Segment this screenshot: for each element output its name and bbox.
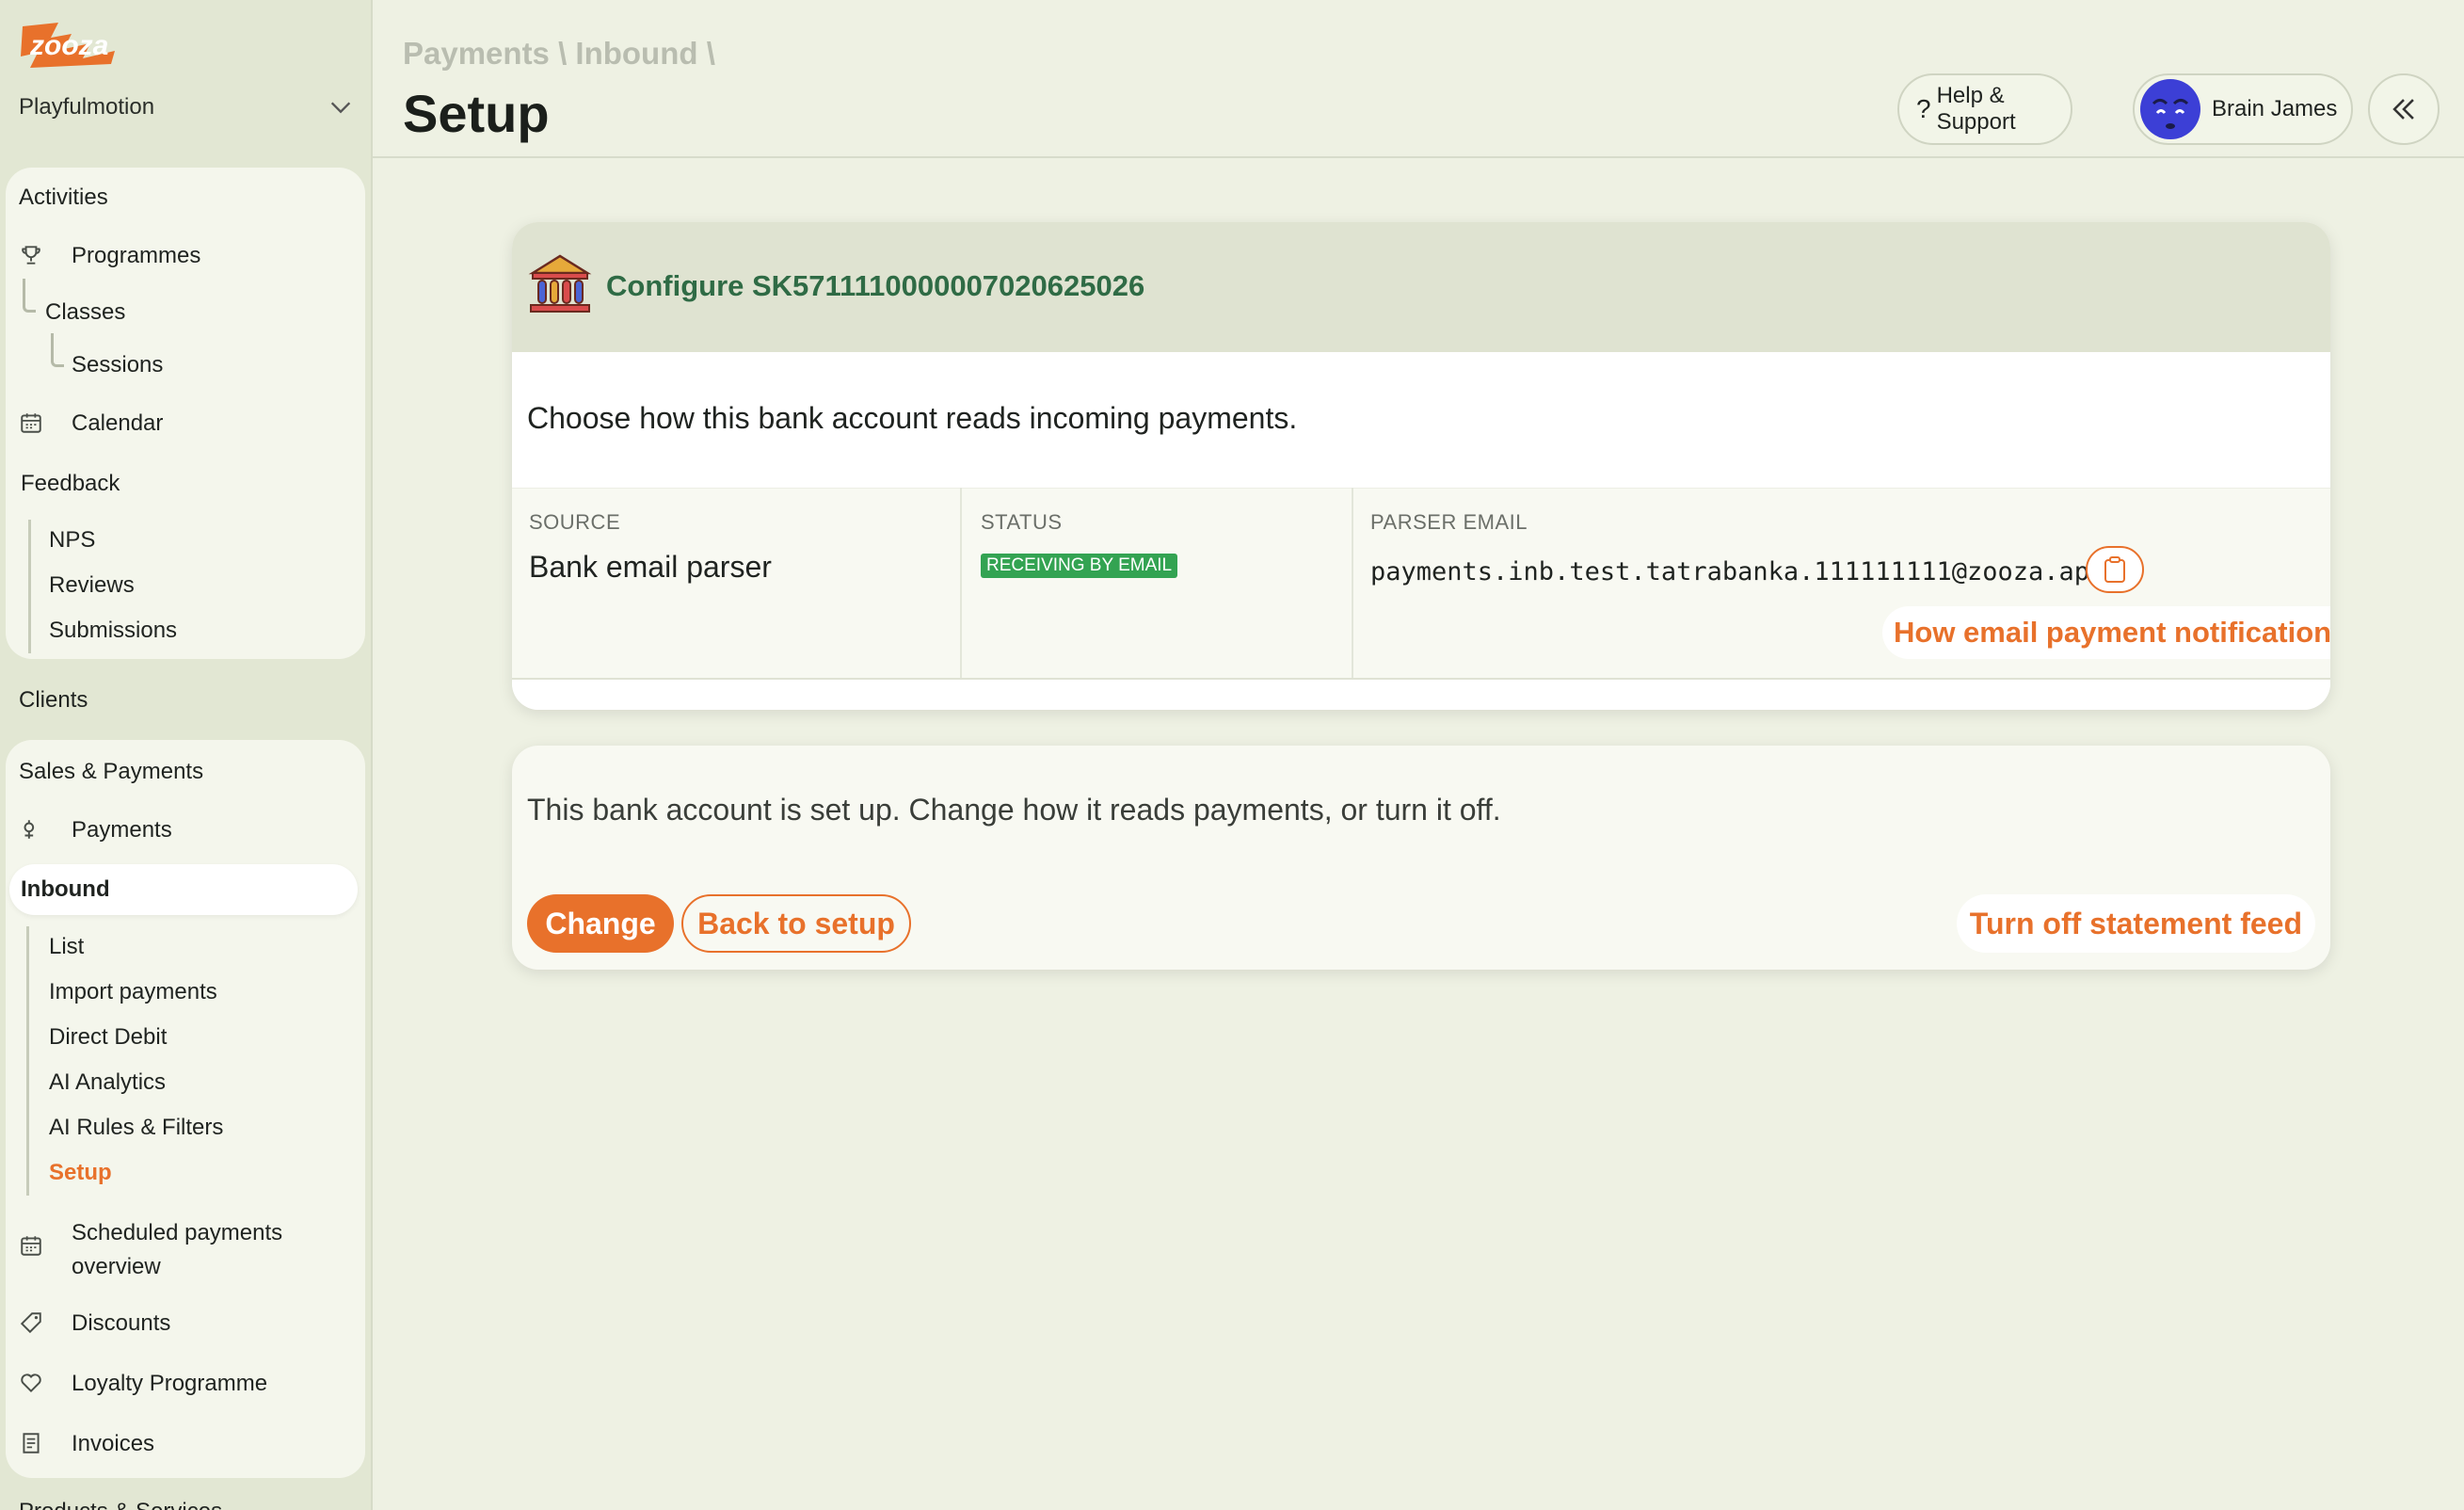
scheduled-line-1: Scheduled payments — [72, 1220, 283, 1245]
svg-text:zooza: zooza — [29, 30, 108, 61]
parser-email-label: PARSER EMAIL — [1370, 510, 1528, 534]
zooza-logo[interactable]: zooza — [17, 17, 128, 72]
sidebar-item-ai-analytics[interactable]: AI Analytics — [49, 1069, 166, 1096]
help-support-label: Help & Support — [1936, 83, 2016, 135]
sidebar-header: zooza Playfulmotion — [0, 0, 371, 158]
calendar-icon — [19, 1233, 43, 1258]
page-title: Setup — [403, 84, 550, 143]
parser-email-value: payments.inb.test.tatrabanka.111111111@z… — [1370, 557, 2105, 586]
sidebar: zooza Playfulmotion Activities Programme… — [0, 0, 373, 1510]
status-label: STATUS — [981, 510, 1063, 534]
tree-line — [26, 926, 29, 1196]
email-notifications-help-link[interactable]: How email payment notifications work — [1882, 606, 2330, 659]
sidebar-item-import-payments[interactable]: Import payments — [49, 979, 217, 1005]
account-status-card: This bank account is set up. Change how … — [512, 746, 2330, 970]
tree-line — [28, 520, 31, 653]
sidebar-item-loyalty-programme[interactable]: Loyalty Programme — [72, 1371, 267, 1397]
sidebar-item-invoices[interactable]: Invoices — [72, 1431, 154, 1457]
organization-name: Playfulmotion — [19, 94, 155, 120]
sidebar-item-reviews[interactable]: Reviews — [49, 572, 135, 599]
chevron-down-icon — [330, 102, 351, 114]
page-header: Payments \ Inbound \ Setup ? Help & Supp… — [373, 0, 2464, 158]
sidebar-item-calendar[interactable]: Calendar — [72, 410, 163, 437]
avatar-face-icon — [2142, 81, 2199, 137]
sidebar-item-inbound-label: Inbound — [21, 876, 110, 902]
question-icon: ? — [1916, 94, 1931, 123]
section-products-services[interactable]: Products & Services — [19, 1499, 222, 1510]
section-clients[interactable]: Clients — [19, 687, 88, 714]
clipboard-icon — [2104, 556, 2125, 583]
status-badge: RECEIVING BY EMAIL — [981, 554, 1178, 578]
user-menu-button[interactable]: Brain James — [2133, 73, 2353, 145]
sidebar-item-submissions[interactable]: Submissions — [49, 618, 177, 644]
sidebar-item-list[interactable]: List — [49, 934, 84, 960]
sidebar-item-programmes[interactable]: Programmes — [72, 243, 200, 269]
heart-icon — [19, 1371, 43, 1395]
section-feedback: Feedback — [21, 471, 120, 496]
sidebar-item-scheduled-payments[interactable]: Scheduled payments overview — [72, 1216, 282, 1284]
sidebar-item-discounts[interactable]: Discounts — [72, 1310, 170, 1337]
account-status-text: This bank account is set up. Change how … — [527, 793, 1501, 827]
calendar-icon — [19, 410, 43, 435]
turn-off-statement-feed-button[interactable]: Turn off statement feed — [1956, 894, 2315, 953]
sidebar-item-direct-debit[interactable]: Direct Debit — [49, 1024, 167, 1051]
user-name: Brain James — [2212, 96, 2338, 121]
copy-email-button[interactable] — [2086, 546, 2144, 593]
avatar — [2140, 79, 2200, 139]
back-to-setup-button[interactable]: Back to setup — [681, 894, 911, 953]
scheduled-line-2: overview — [72, 1254, 161, 1279]
column-divider — [960, 488, 962, 680]
column-divider — [1352, 488, 1353, 680]
source-value: Bank email parser — [529, 550, 772, 584]
change-button[interactable]: Change — [527, 894, 674, 953]
sidebar-item-sessions[interactable]: Sessions — [72, 352, 163, 378]
collapse-sidebar-button[interactable] — [2368, 73, 2440, 145]
bank-icon — [528, 254, 592, 313]
tag-icon — [19, 1310, 43, 1335]
configure-card: Configure SK5711110000007020625026 Choos… — [512, 222, 2330, 710]
sidebar-item-payments[interactable]: Payments — [72, 817, 172, 843]
configure-card-title: Configure SK5711110000007020625026 — [606, 269, 1145, 302]
trophy-icon — [19, 243, 43, 267]
section-activities: Activities — [19, 185, 108, 210]
configure-card-header: Configure SK5711110000007020625026 — [512, 222, 2330, 352]
money-icon — [19, 817, 43, 842]
table-divider — [512, 678, 2330, 680]
sidebar-item-nps[interactable]: NPS — [49, 527, 95, 554]
invoice-icon — [19, 1431, 43, 1455]
sidebar-item-classes[interactable]: Classes — [45, 299, 125, 326]
breadcrumb[interactable]: Payments \ Inbound \ — [403, 36, 715, 72]
tree-connector — [23, 279, 36, 313]
help-support-button[interactable]: ? Help & Support — [1897, 73, 2072, 145]
configure-intro-text: Choose how this bank account reads incom… — [527, 401, 1298, 435]
tree-connector — [51, 333, 64, 367]
section-sales-payments: Sales & Payments — [19, 759, 204, 784]
source-label: SOURCE — [529, 510, 621, 534]
sales-payments-group — [6, 740, 365, 1478]
double-chevron-left-icon — [2392, 99, 2414, 120]
sidebar-item-ai-rules-filters[interactable]: AI Rules & Filters — [49, 1115, 223, 1141]
organization-selector[interactable]: Playfulmotion — [19, 90, 354, 124]
sidebar-item-inbound[interactable]: Inbound — [9, 864, 358, 915]
sidebar-item-setup[interactable]: Setup — [49, 1160, 112, 1186]
